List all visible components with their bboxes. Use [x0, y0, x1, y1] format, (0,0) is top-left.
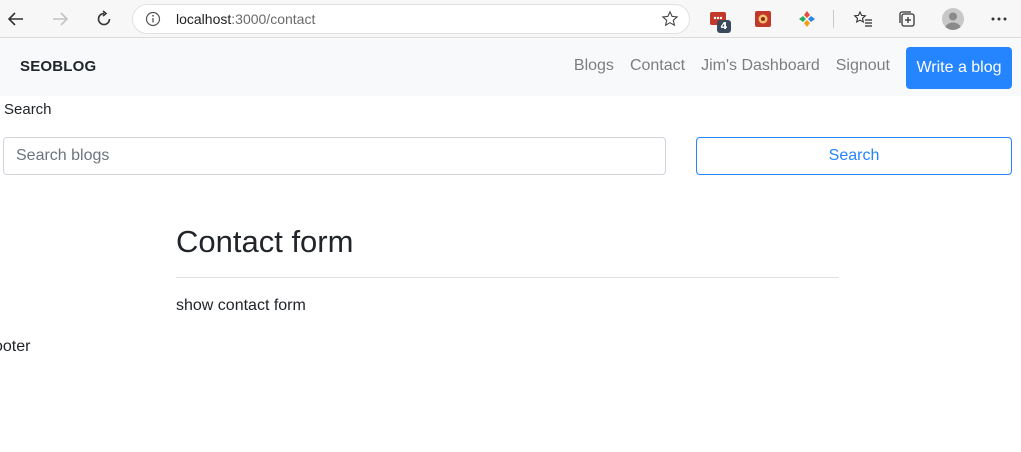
search-label: Search — [4, 101, 52, 118]
nav-link-signout[interactable]: Signout — [828, 57, 898, 75]
search-button[interactable]: Search — [696, 137, 1012, 175]
search-input[interactable] — [3, 137, 666, 175]
page-title: Contact form — [176, 224, 354, 259]
nav-link-dashboard[interactable]: Jim's Dashboard — [693, 57, 828, 75]
contact-form-placeholder: show contact form — [176, 297, 306, 314]
forward-arrow-icon[interactable] — [48, 7, 72, 31]
nav-link-contact[interactable]: Contact — [622, 57, 693, 75]
browser-toolbar: localhost:3000/contact 4 — [0, 0, 1021, 38]
nav-links: Blogs Contact Jim's Dashboard Signout — [566, 57, 898, 75]
url-text[interactable]: localhost:3000/contact — [176, 11, 315, 27]
extension-icon[interactable] — [797, 9, 817, 29]
url-path: :3000/contact — [231, 11, 316, 27]
footer: ooter — [0, 338, 31, 355]
info-icon[interactable] — [145, 11, 161, 27]
title-divider — [176, 277, 839, 278]
profile-avatar[interactable] — [942, 8, 964, 30]
address-bar[interactable]: localhost:3000/contact — [132, 4, 690, 34]
nav-link-blogs[interactable]: Blogs — [566, 57, 622, 75]
more-icon[interactable] — [988, 8, 1010, 30]
star-icon[interactable] — [661, 10, 679, 28]
extension-badge: 4 — [717, 20, 731, 33]
extension-icon[interactable] — [753, 9, 773, 29]
toolbar-separator — [833, 10, 834, 28]
url-host: localhost — [176, 11, 232, 27]
brand-logo-link[interactable]: SEOBLOG — [20, 58, 96, 75]
reload-icon[interactable] — [92, 7, 116, 31]
collections-icon[interactable] — [897, 9, 917, 29]
site-navbar: SEOBLOG Blogs Contact Jim's Dashboard Si… — [0, 38, 1021, 96]
favorites-icon[interactable] — [853, 9, 873, 29]
write-blog-button[interactable]: Write a blog — [906, 47, 1012, 89]
back-arrow-icon[interactable] — [4, 7, 28, 31]
